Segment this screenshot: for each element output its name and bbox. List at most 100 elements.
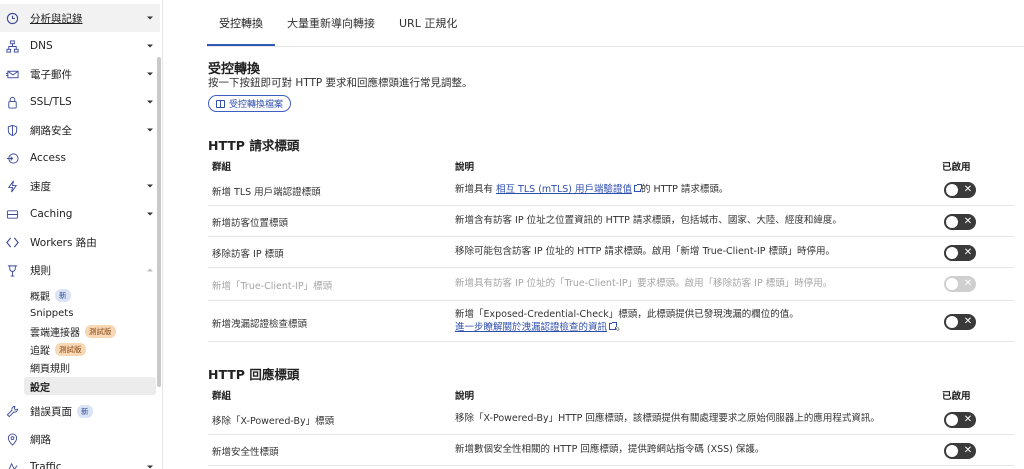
mtls-link[interactable]: 相互 TLS (mTLS) 用戶端驗證值	[496, 184, 632, 195]
response-headers-title: HTTP 回應標頭	[208, 367, 300, 382]
sidebar-item-label: Caching	[30, 208, 73, 220]
sidebar-item-label: 速度	[30, 180, 51, 193]
row-group: 新增「True-Client-IP」標頭	[212, 281, 333, 292]
chevron-down-icon	[147, 72, 153, 76]
row-description: 新增數個安全性相關的 HTTP 回應標頭，提供跨網站指令碼 (XSS) 保護。	[455, 444, 765, 455]
chevron-down-icon	[147, 465, 153, 469]
chevron-down-icon	[147, 100, 153, 104]
sidebar-item-caching[interactable]: Caching	[0, 200, 160, 228]
tab-url-normalization[interactable]: URL 正規化	[387, 0, 469, 46]
toggle-switch[interactable]: ✕	[944, 412, 976, 428]
sidebar-item-label: 規則	[30, 264, 51, 277]
table-row: 移除訪客 IP 標頭 移除可能包含訪客 IP 位址的 HTTP 請求標頭。啟用「…	[208, 237, 1014, 268]
sidebar: 分析與記錄 DNS 電子郵件 SSL/TLS 網路安全 Access 速度 Ca…	[0, 0, 163, 469]
toggle-switch[interactable]: ✕	[944, 182, 976, 198]
new-badge: 新	[55, 288, 71, 302]
request-table-header: 群組 說明 已啟用	[208, 157, 1014, 173]
sidebar-item-ssl-tls[interactable]: SSL/TLS	[0, 88, 160, 116]
sidebar-item-speed[interactable]: 速度	[0, 172, 160, 200]
tab-bulk-redirects[interactable]: 大量重新導向轉接	[275, 0, 387, 46]
main-content: 受控轉換 大量重新導向轉接 URL 正規化 受控轉換 按一下按鈕即可對 HTTP…	[163, 0, 1024, 469]
table-row: 新增訪客位置標頭 新增含有訪客 IP 位址之位置資訊的 HTTP 請求標頭，包括…	[208, 206, 1014, 237]
sidebar-item-analytics[interactable]: 分析與記錄	[0, 4, 160, 32]
chevron-down-icon	[147, 16, 153, 20]
sidebar-subitem-cloud-connector[interactable]: 雲端連接器 測試版	[24, 322, 156, 340]
toggle-switch[interactable]: ✕	[944, 245, 976, 261]
close-icon: ✕	[963, 278, 973, 289]
toggle-switch[interactable]: ✕	[944, 314, 976, 330]
row-description: 移除「X-Powered-By」HTTP 回應標頭，該標頭提供有關處理要求之原始…	[455, 413, 880, 424]
sidebar-subitem-page-rules[interactable]: 網頁規則	[24, 358, 156, 376]
sidebar-subitem-label: 追蹤	[30, 345, 50, 357]
sidebar-subitem-label: 設定	[30, 382, 50, 394]
chevron-down-icon	[147, 128, 153, 132]
traffic-icon	[5, 460, 19, 469]
sidebar-subitem-label: 概觀	[30, 291, 50, 303]
toggle-switch[interactable]: ✕	[944, 214, 976, 230]
sidebar-subitem-overview[interactable]: 概觀 新	[24, 286, 156, 304]
close-icon: ✕	[963, 184, 973, 195]
toggle-switch[interactable]: ✕	[944, 443, 976, 459]
button-label: 受控轉換檔案	[229, 100, 284, 110]
external-link-icon	[609, 322, 618, 330]
close-icon: ✕	[963, 247, 973, 258]
row-group: 新增洩漏認證檢查標頭	[212, 319, 308, 330]
sidebar-item-traffic[interactable]: Traffic	[0, 453, 160, 469]
sidebar-subitem-label: Snippets	[30, 307, 74, 319]
sidebar-item-label: SSL/TLS	[30, 96, 72, 108]
sidebar-item-label: 錯誤頁面新	[30, 404, 93, 419]
sidebar-item-email[interactable]: 電子郵件	[0, 60, 160, 88]
tab-managed-transforms[interactable]: 受控轉換	[207, 0, 275, 46]
lightning-icon	[5, 179, 19, 193]
sidebar-item-label: 電子郵件	[30, 68, 72, 81]
page-description: 按一下按鈕即可對 HTTP 要求和回應標頭進行常見調整。	[208, 77, 473, 89]
chevron-down-icon	[147, 44, 153, 48]
sidebar-scrollbar[interactable]	[157, 57, 161, 387]
sidebar-subitem-label: 網頁規則	[30, 363, 70, 375]
close-icon: ✕	[963, 445, 973, 456]
column-group: 群組	[212, 391, 232, 402]
sidebar-subitem-snippets[interactable]: Snippets	[24, 304, 156, 322]
sidebar-item-label: Traffic	[30, 461, 62, 469]
access-icon	[5, 151, 19, 165]
beta-badge: 測試版	[55, 342, 86, 356]
sidebar-item-dns[interactable]: DNS	[0, 32, 160, 60]
chevron-down-icon	[147, 184, 153, 188]
request-headers-title: HTTP 請求標頭	[208, 138, 300, 153]
beta-badge: 測試版	[85, 324, 116, 338]
sidebar-item-label: Workers 路由	[30, 236, 97, 249]
row-group: 移除「X-Powered-By」標頭	[212, 416, 335, 427]
clock-icon	[5, 11, 19, 25]
sidebar-item-label: DNS	[30, 40, 53, 52]
row-description: 新增含有訪客 IP 位址之位置資訊的 HTTP 請求標頭，包括城市、國家、大陸、…	[455, 215, 842, 226]
sidebar-subitem-settings[interactable]: 設定	[24, 377, 156, 395]
sidebar-item-workers-routes[interactable]: Workers 路由	[0, 228, 160, 256]
rules-icon	[5, 263, 19, 277]
book-icon	[216, 100, 225, 108]
sidebar-item-error-pages[interactable]: 錯誤頁面新	[0, 397, 160, 425]
managed-transforms-docs-button[interactable]: 受控轉換檔案	[208, 95, 292, 112]
sidebar-item-security[interactable]: 網路安全	[0, 116, 160, 144]
column-enabled: 已啟用	[942, 391, 971, 402]
sidebar-subitem-trace[interactable]: 追蹤 測試版	[24, 340, 156, 358]
table-row: 移除「X-Powered-By」標頭 移除「X-Powered-By」HTTP …	[208, 404, 1014, 435]
toggle-switch: ✕	[944, 276, 976, 292]
close-icon: ✕	[963, 216, 973, 227]
sidebar-item-label: 網路安全	[30, 124, 72, 137]
sidebar-item-rules[interactable]: 規則	[0, 256, 160, 284]
row-group: 移除訪客 IP 標頭	[212, 249, 284, 260]
column-enabled: 已啟用	[942, 162, 971, 173]
wrench-icon	[5, 404, 19, 418]
row-group: 新增 TLS 用戶端認證標頭	[212, 187, 321, 198]
sidebar-item-access[interactable]: Access	[0, 144, 160, 172]
sidebar-item-network[interactable]: 網路	[0, 425, 160, 453]
close-icon: ✕	[963, 316, 973, 327]
exposed-credentials-link[interactable]: 進一步瞭解關於洩漏認證檢查的資訊	[455, 322, 607, 333]
shield-icon	[5, 123, 19, 137]
sidebar-item-label: 網路	[30, 433, 51, 446]
chevron-down-icon	[147, 212, 153, 216]
sidebar-subitem-label: 雲端連接器	[30, 327, 80, 339]
row-description: 移除可能包含訪客 IP 位址的 HTTP 請求標頭。啟用「新增 True-Cli…	[455, 246, 836, 257]
tab-bar: 受控轉換 大量重新導向轉接 URL 正規化	[207, 0, 469, 46]
row-group: 新增訪客位置標頭	[212, 218, 289, 229]
